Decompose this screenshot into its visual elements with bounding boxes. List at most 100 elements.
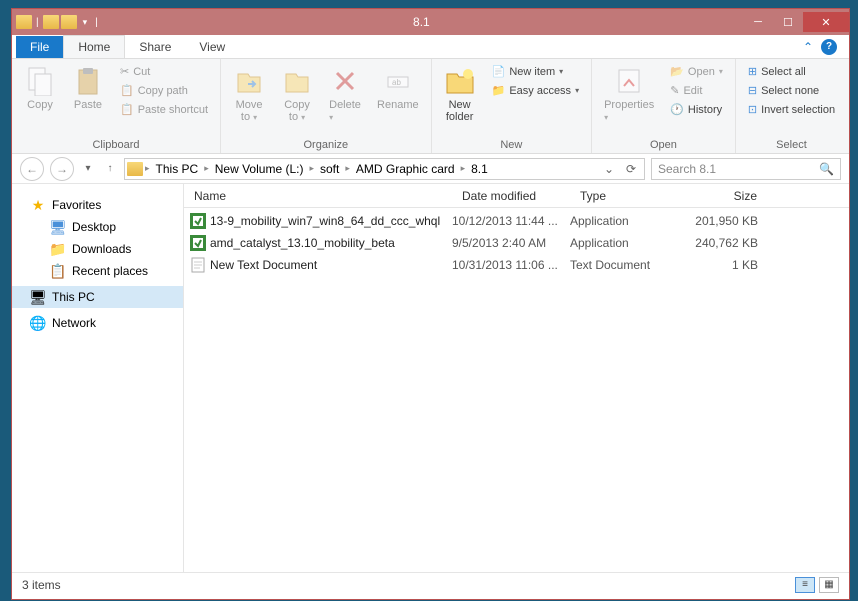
copy-button[interactable]: Copy [20, 63, 60, 113]
file-type: Application [570, 236, 678, 250]
explorer-window: | ▾ | 8.1 ─ ☐ ✕ File Home Share View ⌃ ?… [11, 8, 850, 600]
tab-share[interactable]: Share [125, 36, 185, 58]
crumb-amd[interactable]: AMD Graphic card [352, 162, 459, 176]
file-type: Text Document [570, 258, 678, 272]
titlebar[interactable]: | ▾ | 8.1 ─ ☐ ✕ [12, 9, 849, 35]
column-name[interactable]: Name [184, 189, 452, 203]
help-icon[interactable]: ? [821, 39, 837, 55]
forward-button[interactable]: → [50, 157, 74, 181]
crumb-volume[interactable]: New Volume (L:) [211, 162, 308, 176]
refresh-button[interactable]: ⟳ [620, 162, 642, 176]
edit-button[interactable]: ✎Edit [666, 82, 727, 99]
delete-button[interactable]: Delete▾ [325, 63, 365, 125]
column-type[interactable]: Type [570, 189, 678, 203]
ribbon-group-new: Newfolder 📄New item▾ 📁Easy access▾ New [432, 59, 592, 153]
file-name: New Text Document [210, 258, 317, 272]
tab-view[interactable]: View [185, 36, 239, 58]
file-row[interactable]: New Text Document10/31/2013 11:06 ...Tex… [184, 254, 849, 276]
new-folder-button[interactable]: Newfolder [440, 63, 480, 125]
chevron-right-icon[interactable]: ▸ [202, 163, 211, 174]
back-button[interactable]: ← [20, 157, 44, 181]
window-controls: ─ ☐ ✕ [743, 12, 849, 32]
nav-this-pc[interactable]: 🖥 This PC [12, 286, 183, 308]
properties-button[interactable]: Properties▾ [600, 63, 658, 125]
ribbon-group-organize: Moveto ▾ Copyto ▾ Delete▾ ab Rename Orga… [221, 59, 432, 153]
copy-path-button[interactable]: 📋Copy path [116, 82, 212, 99]
file-row[interactable]: 13-9_mobility_win7_win8_64_dd_ccc_whql10… [184, 210, 849, 232]
nav-favorites[interactable]: ★ Favorites [12, 194, 183, 216]
collapse-ribbon-icon[interactable]: ⌃ [803, 40, 813, 54]
cut-button[interactable]: ✂Cut [116, 63, 212, 80]
search-placeholder: Search 8.1 [658, 162, 716, 176]
column-headers: Name Date modified Type Size [184, 184, 849, 208]
search-box[interactable]: Search 8.1 🔍 [651, 158, 841, 180]
recent-locations-button[interactable]: ▾ [80, 158, 96, 180]
copy-icon [24, 65, 56, 97]
qat-separator-2: | [93, 17, 100, 28]
column-date[interactable]: Date modified [452, 189, 570, 203]
properties-icon [613, 65, 645, 97]
rename-button[interactable]: ab Rename [373, 63, 423, 113]
copyto-icon [281, 65, 313, 97]
invert-selection-button[interactable]: ⊡Invert selection [744, 101, 839, 118]
delete-icon [329, 65, 361, 97]
quick-access-toolbar: | ▾ | [12, 15, 100, 29]
thumbnails-view-button[interactable]: ▦ [819, 577, 839, 593]
select-all-button[interactable]: ⊞Select all [744, 63, 839, 80]
crumb-this-pc[interactable]: This PC [152, 162, 203, 176]
tab-home[interactable]: Home [63, 35, 125, 58]
file-row[interactable]: amd_catalyst_13.10_mobility_beta 9/5/2013… [184, 232, 849, 254]
open-button[interactable]: 📂Open▾ [666, 63, 727, 80]
paste-shortcut-button[interactable]: 📋Paste shortcut [116, 101, 212, 118]
ribbon-group-clipboard: Copy Paste ✂Cut 📋Copy path 📋Paste shortc… [12, 59, 221, 153]
column-size[interactable]: Size [678, 189, 774, 203]
select-none-button[interactable]: ⊟Select none [744, 82, 839, 99]
easy-access-button[interactable]: 📁Easy access▾ [488, 82, 583, 99]
file-list: Name Date modified Type Size 13-9_mobili… [184, 184, 849, 572]
qat-properties-icon[interactable] [43, 15, 59, 29]
details-view-button[interactable]: ≡ [795, 577, 815, 593]
move-to-button[interactable]: Moveto ▾ [229, 63, 269, 125]
qat-separator: | [34, 17, 41, 28]
nav-recent-places[interactable]: 📋 Recent places [12, 260, 183, 282]
file-size: 240,762 KB [678, 236, 774, 250]
crumb-current[interactable]: 8.1 [467, 162, 492, 176]
close-button[interactable]: ✕ [803, 12, 849, 32]
file-name: amd_catalyst_13.10_mobility_beta [210, 236, 395, 250]
up-button[interactable]: ↑ [102, 158, 118, 180]
address-dropdown-icon[interactable]: ⌄ [598, 162, 620, 176]
nav-desktop[interactable]: 🖥 Desktop [12, 216, 183, 238]
file-date: 9/5/2013 2:40 AM [452, 236, 570, 250]
rename-icon: ab [382, 65, 414, 97]
app-icon [16, 15, 32, 29]
address-folder-icon [127, 162, 143, 176]
address-bar[interactable]: ▸ This PC ▸ New Volume (L:) ▸ soft ▸ AMD… [124, 158, 645, 180]
file-size: 201,950 KB [678, 214, 774, 228]
qat-dropdown-icon[interactable]: ▾ [79, 17, 92, 28]
chevron-right-icon[interactable]: ▸ [307, 163, 316, 174]
nav-network[interactable]: 🌐 Network [12, 312, 183, 334]
chevron-right-icon[interactable]: ▸ [143, 163, 152, 174]
content-body: ★ Favorites 🖥 Desktop 📁 Downloads 📋 Rece… [12, 184, 849, 572]
newfolder-icon [444, 65, 476, 97]
history-button[interactable]: 🕐History [666, 101, 727, 118]
desktop-icon: 🖥 [50, 219, 66, 235]
maximize-button[interactable]: ☐ [773, 12, 803, 32]
chevron-right-icon[interactable]: ▸ [343, 163, 352, 174]
file-icon [190, 213, 206, 229]
qat-newfolder-icon[interactable] [61, 15, 77, 29]
status-text: 3 items [22, 578, 61, 592]
chevron-right-icon[interactable]: ▸ [459, 163, 468, 174]
minimize-button[interactable]: ─ [743, 12, 773, 32]
copy-to-button[interactable]: Copyto ▾ [277, 63, 317, 125]
nav-downloads[interactable]: 📁 Downloads [12, 238, 183, 260]
recent-icon: 📋 [50, 263, 66, 279]
tab-file[interactable]: File [16, 36, 63, 58]
star-icon: ★ [30, 197, 46, 213]
file-date: 10/12/2013 11:44 ... [452, 214, 570, 228]
paste-button[interactable]: Paste [68, 63, 108, 113]
crumb-soft[interactable]: soft [316, 162, 343, 176]
file-size: 1 KB [678, 258, 774, 272]
pasteshortcut-icon: 📋 [120, 103, 134, 116]
new-item-button[interactable]: 📄New item▾ [488, 63, 583, 80]
